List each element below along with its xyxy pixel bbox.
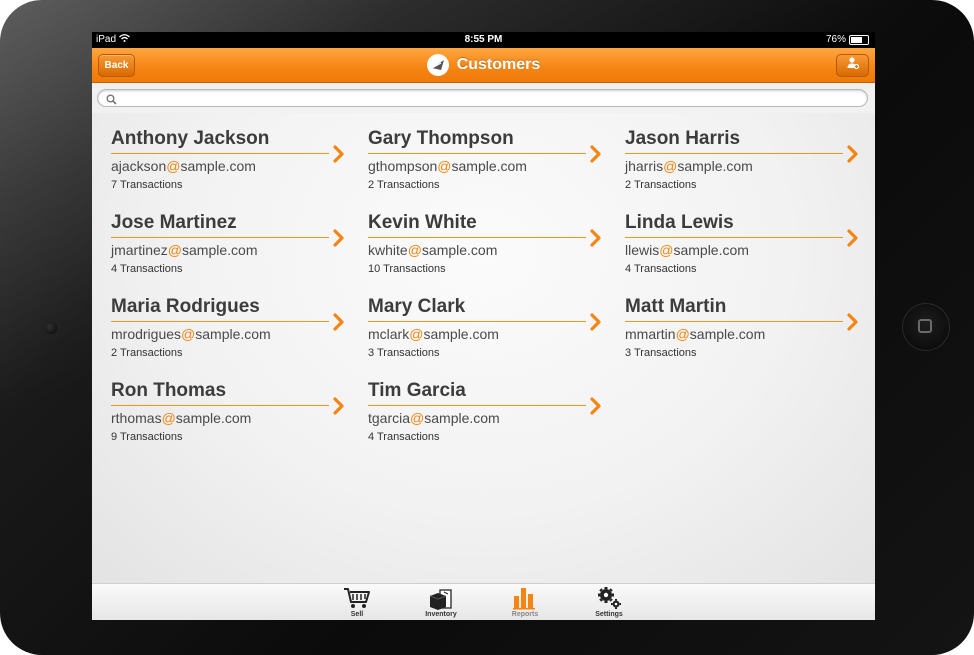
- customer-name: Matt Martin: [625, 296, 727, 317]
- chevron-right-icon[interactable]: [333, 397, 345, 420]
- tab-bar: Sell Inventory Reports Settings: [92, 583, 875, 620]
- customer-email: mmartin@sample.com: [625, 326, 766, 342]
- customer-email: kwhite@sample.com: [368, 242, 498, 258]
- transaction-count: 4 Transactions: [625, 263, 697, 275]
- person-add-icon: [846, 56, 860, 75]
- app-logo-icon: [426, 54, 449, 76]
- tab-reports[interactable]: Reports: [500, 586, 550, 620]
- divider: [368, 237, 586, 238]
- divider: [368, 405, 586, 406]
- chevron-right-icon[interactable]: [333, 313, 345, 336]
- tab-sell[interactable]: Sell: [332, 586, 382, 620]
- cart-icon: [332, 586, 382, 610]
- customer-card[interactable]: Mary Clark mclark@sample.com 3 Transacti…: [368, 296, 608, 366]
- divider: [368, 153, 586, 154]
- transaction-count: 4 Transactions: [368, 431, 440, 443]
- tab-label: Sell: [350, 611, 364, 618]
- customer-name: Mary Clark: [368, 296, 466, 317]
- customer-card[interactable]: Kevin White kwhite@sample.com 10 Transac…: [368, 212, 608, 282]
- tab-label: Reports: [511, 611, 539, 618]
- customer-email: mclark@sample.com: [368, 326, 499, 342]
- tab-label: Settings: [595, 611, 623, 618]
- customer-card[interactable]: Linda Lewis llewis@sample.com 4 Transact…: [625, 212, 865, 282]
- chevron-right-icon[interactable]: [590, 145, 602, 168]
- chevron-right-icon[interactable]: [333, 145, 345, 168]
- customer-name: Jason Harris: [625, 128, 741, 149]
- transaction-count: 7 Transactions: [111, 179, 183, 191]
- transaction-count: 2 Transactions: [111, 347, 183, 359]
- customer-name: Gary Thompson: [368, 128, 514, 149]
- chevron-right-icon[interactable]: [847, 229, 859, 252]
- customer-card[interactable]: Anthony Jackson ajackson@sample.com 7 Tr…: [111, 128, 351, 198]
- nav-title-group: Customers: [92, 48, 875, 82]
- battery-percent: 76%: [825, 34, 846, 45]
- transaction-count: 9 Transactions: [111, 431, 183, 443]
- ipad-frame: iPad 8:55 PM 76% Back Customers Anthony …: [0, 0, 974, 655]
- customer-email: llewis@sample.com: [625, 242, 749, 258]
- chevron-right-icon[interactable]: [847, 145, 859, 168]
- chevron-right-icon[interactable]: [590, 313, 602, 336]
- battery-icon: [849, 34, 869, 45]
- divider: [368, 321, 586, 322]
- transaction-count: 3 Transactions: [625, 347, 697, 359]
- tab-settings[interactable]: Settings: [584, 586, 634, 620]
- status-bar: iPad 8:55 PM 76%: [92, 32, 875, 48]
- customer-name: Maria Rodrigues: [111, 296, 260, 317]
- screen: iPad 8:55 PM 76% Back Customers Anthony …: [92, 32, 875, 620]
- tab-inventory[interactable]: Inventory: [416, 586, 466, 620]
- customer-name: Kevin White: [368, 212, 477, 233]
- chevron-right-icon[interactable]: [333, 229, 345, 252]
- transaction-count: 2 Transactions: [625, 179, 697, 191]
- gears-icon: [584, 586, 634, 610]
- chevron-right-icon[interactable]: [590, 397, 602, 420]
- transaction-count: 10 Transactions: [368, 263, 446, 275]
- camera: [45, 322, 57, 334]
- customer-card[interactable]: Tim Garcia tgarcia@sample.com 4 Transact…: [368, 380, 608, 450]
- transaction-count: 4 Transactions: [111, 263, 183, 275]
- customer-email: tgarcia@sample.com: [368, 410, 500, 426]
- customer-name: Ron Thomas: [111, 380, 227, 401]
- customer-email: gthompson@sample.com: [368, 158, 527, 174]
- chevron-right-icon[interactable]: [847, 313, 859, 336]
- navigation-bar: Back Customers: [92, 48, 875, 83]
- customer-name: Jose Martinez: [111, 212, 237, 233]
- box-icon: [416, 586, 466, 610]
- customer-grid: Anthony Jackson ajackson@sample.com 7 Tr…: [92, 113, 875, 583]
- home-button[interactable]: [902, 303, 950, 351]
- chevron-right-icon[interactable]: [590, 229, 602, 252]
- status-right: 76%: [826, 34, 869, 45]
- search-input[interactable]: [97, 89, 868, 107]
- add-customer-button[interactable]: [836, 54, 869, 77]
- customer-card[interactable]: Jose Martinez jmartinez@sample.com 4 Tra…: [111, 212, 351, 282]
- divider: [625, 153, 843, 154]
- customer-email: rthomas@sample.com: [111, 410, 252, 426]
- search-icon: [106, 92, 117, 110]
- transaction-count: 3 Transactions: [368, 347, 440, 359]
- divider: [111, 153, 329, 154]
- customer-card[interactable]: Matt Martin mmartin@sample.com 3 Transac…: [625, 296, 865, 366]
- customer-card[interactable]: Maria Rodrigues mrodrigues@sample.com 2 …: [111, 296, 351, 366]
- divider: [625, 321, 843, 322]
- divider: [111, 405, 329, 406]
- customer-email: ajackson@sample.com: [111, 158, 256, 174]
- bar-chart-icon: [500, 586, 550, 610]
- customer-email: jmartinez@sample.com: [111, 242, 258, 258]
- status-time: 8:55 PM: [464, 34, 503, 45]
- search-bar: [92, 83, 875, 113]
- customer-name: Anthony Jackson: [111, 128, 270, 149]
- tab-label: Inventory: [425, 611, 457, 618]
- customer-name: Linda Lewis: [625, 212, 734, 233]
- transaction-count: 2 Transactions: [368, 179, 440, 191]
- divider: [111, 237, 329, 238]
- page-title: Customers: [456, 56, 541, 73]
- customer-name: Tim Garcia: [368, 380, 466, 401]
- customer-card[interactable]: Gary Thompson gthompson@sample.com 2 Tra…: [368, 128, 608, 198]
- customer-card[interactable]: Jason Harris jharris@sample.com 2 Transa…: [625, 128, 865, 198]
- customer-email: jharris@sample.com: [625, 158, 753, 174]
- customer-email: mrodrigues@sample.com: [111, 326, 271, 342]
- divider: [625, 237, 843, 238]
- customer-card[interactable]: Ron Thomas rthomas@sample.com 9 Transact…: [111, 380, 351, 450]
- divider: [111, 321, 329, 322]
